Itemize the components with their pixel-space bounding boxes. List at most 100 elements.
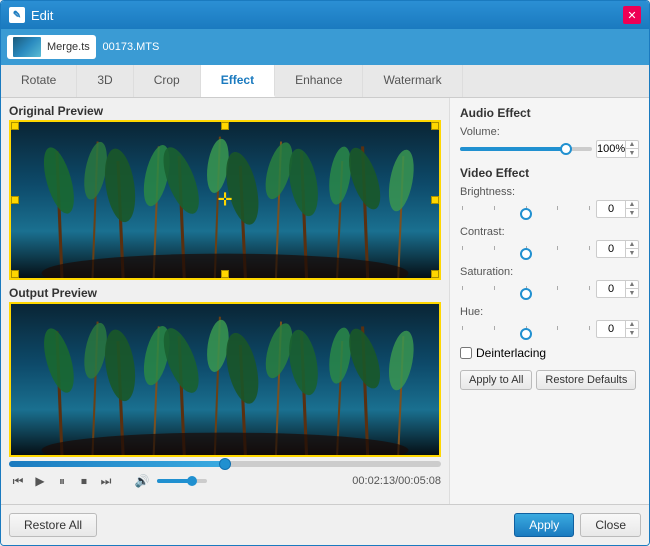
time-display: 00:02:13/00:05:08: [217, 475, 441, 487]
volume-slider-thumb[interactable]: [560, 143, 572, 155]
output-preview-label: Output Preview: [1, 280, 449, 302]
crosshair-icon: ✛: [217, 190, 232, 211]
tick: [557, 326, 558, 330]
saturation-thumb[interactable]: [520, 288, 532, 300]
crop-handle-tl[interactable]: [11, 122, 19, 130]
output-video-content: [11, 304, 439, 455]
pause-button[interactable]: ⏸: [53, 472, 71, 490]
tick: [589, 326, 590, 330]
close-window-button[interactable]: ✕: [623, 6, 641, 24]
volume-track[interactable]: [157, 479, 207, 483]
tab-rotate[interactable]: Rotate: [1, 65, 77, 97]
crop-handle-br[interactable]: [431, 270, 439, 278]
volume-decrement-button[interactable]: ▼: [626, 149, 638, 158]
volume-slider-fill: [460, 147, 566, 151]
apply-to-all-button[interactable]: Apply to All: [460, 370, 532, 390]
brightness-thumb[interactable]: [520, 208, 532, 220]
file-item-merge[interactable]: Merge.ts: [7, 35, 96, 59]
saturation-increment[interactable]: ▲: [626, 280, 638, 289]
brightness-decrement[interactable]: ▼: [626, 209, 638, 218]
file-name-merge: Merge.ts: [47, 41, 90, 53]
progress-fill: [9, 461, 225, 467]
contrast-decrement[interactable]: ▼: [626, 249, 638, 258]
contrast-slider-row: 0 ▲ ▼: [460, 240, 639, 258]
deinterlacing-checkbox[interactable]: [460, 347, 472, 359]
brightness-increment[interactable]: ▲: [626, 200, 638, 209]
contrast-spinbox-arrows: ▲ ▼: [625, 240, 638, 258]
saturation-spinbox-arrows: ▲ ▼: [625, 280, 638, 298]
brightness-slider-row: 0 ▲ ▼: [460, 200, 639, 218]
apply-button[interactable]: Apply: [514, 513, 574, 537]
tick: [589, 206, 590, 210]
tab-watermark[interactable]: Watermark: [363, 65, 462, 97]
tab-enhance[interactable]: Enhance: [275, 65, 363, 97]
hue-increment[interactable]: ▲: [626, 320, 638, 329]
saturation-param: Saturation:: [460, 266, 639, 298]
tabs-bar: Rotate 3D Crop Effect Enhance Watermark: [1, 65, 649, 98]
brightness-label: Brightness:: [460, 186, 639, 198]
restore-all-button[interactable]: Restore All: [9, 513, 97, 537]
play-button[interactable]: ▶: [31, 472, 49, 490]
stop-button[interactable]: ⏹: [75, 472, 93, 490]
tick: [557, 206, 558, 210]
crop-handle-tr[interactable]: [431, 122, 439, 130]
hue-label: Hue:: [460, 306, 639, 318]
file-bar: Merge.ts 00173.MTS: [1, 29, 649, 65]
close-button[interactable]: Close: [580, 513, 641, 537]
volume-increment-button[interactable]: ▲: [626, 140, 638, 149]
saturation-decrement[interactable]: ▼: [626, 289, 638, 298]
audio-effect-title: Audio Effect: [460, 106, 639, 120]
crop-handle-bottom[interactable]: [221, 270, 229, 278]
tick: [462, 326, 463, 330]
crop-handle-left[interactable]: [11, 196, 19, 204]
original-video-frame: ✛: [9, 120, 441, 280]
hue-decrement[interactable]: ▼: [626, 329, 638, 338]
controls-bar: ⏮ ▶ ⏸ ⏹ ⏭ 🔊 00:02:13/00:05:08: [1, 469, 449, 493]
right-panel: Audio Effect Volume: 100% ▲ ▼: [449, 98, 649, 504]
hue-thumb[interactable]: [520, 328, 532, 340]
tick: [462, 286, 463, 290]
contrast-increment[interactable]: ▲: [626, 240, 638, 249]
title-bar: ✎ Edit ✕: [1, 1, 649, 29]
progress-thumb[interactable]: [219, 458, 231, 470]
tick: [494, 326, 495, 330]
contrast-thumb[interactable]: [520, 248, 532, 260]
left-panel: Original Preview: [1, 98, 449, 504]
progress-bar-container: [1, 457, 449, 469]
footer-right: Apply Close: [514, 513, 641, 537]
saturation-label: Saturation:: [460, 266, 639, 278]
tick: [589, 246, 590, 250]
video-effect-title: Video Effect: [460, 166, 639, 180]
volume-slider-track[interactable]: [460, 147, 592, 151]
saturation-value: 0: [597, 283, 625, 295]
volume-thumb[interactable]: [187, 476, 197, 486]
crop-handle-bl[interactable]: [11, 270, 19, 278]
tab-crop[interactable]: Crop: [134, 65, 201, 97]
restore-defaults-button[interactable]: Restore Defaults: [536, 370, 636, 390]
contrast-spinbox[interactable]: 0 ▲ ▼: [596, 240, 639, 258]
deinterlacing-label: Deinterlacing: [476, 346, 546, 360]
footer: Restore All Apply Close: [1, 504, 649, 545]
tick: [589, 286, 590, 290]
window-icon: ✎: [9, 7, 25, 23]
tick: [557, 286, 558, 290]
crop-handle-right[interactable]: [431, 196, 439, 204]
tab-effect[interactable]: Effect: [201, 65, 275, 97]
deinterlacing-row: Deinterlacing: [460, 346, 639, 360]
saturation-slider-row: 0 ▲ ▼: [460, 280, 639, 298]
volume-param: Volume: 100% ▲ ▼: [460, 126, 639, 158]
progress-track[interactable]: [9, 461, 441, 467]
tab-3d[interactable]: 3D: [77, 65, 133, 97]
skip-to-start-button[interactable]: ⏮: [9, 472, 27, 490]
volume-spinbox[interactable]: 100% ▲ ▼: [596, 140, 639, 158]
hue-slider-row: 0 ▲ ▼: [460, 320, 639, 338]
hue-param: Hue:: [460, 306, 639, 338]
volume-icon: 🔊: [133, 472, 151, 490]
skip-to-end-button[interactable]: ⏭: [97, 472, 115, 490]
brightness-spinbox[interactable]: 0 ▲ ▼: [596, 200, 639, 218]
brightness-param: Brightness:: [460, 186, 639, 218]
tick: [494, 206, 495, 210]
hue-spinbox[interactable]: 0 ▲ ▼: [596, 320, 639, 338]
crop-handle-top[interactable]: [221, 122, 229, 130]
saturation-spinbox[interactable]: 0 ▲ ▼: [596, 280, 639, 298]
